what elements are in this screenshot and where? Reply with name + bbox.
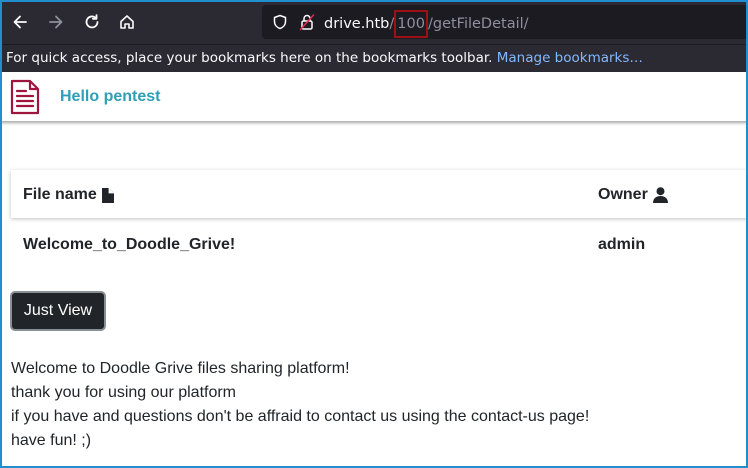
insecure-lock-icon[interactable] (299, 13, 315, 31)
url-file-id-highlighted: 100 (394, 10, 428, 38)
forward-button[interactable] (38, 4, 74, 40)
just-view-button[interactable]: Just View (10, 291, 106, 331)
url-host: drive.htb (324, 16, 390, 32)
column-header-owner: Owner (598, 186, 668, 204)
forward-arrow-icon (49, 15, 63, 29)
home-icon (120, 15, 134, 29)
file-icon (101, 187, 114, 203)
table-header: File name Owner (11, 170, 748, 218)
bookmarks-hint: For quick access, place your bookmarks h… (6, 50, 493, 66)
manage-bookmarks-link[interactable]: Manage bookmarks… (497, 50, 643, 66)
content-line: if you have and questions don't be affra… (11, 408, 590, 425)
page-header: Hello pentest (0, 72, 748, 121)
column-header-owner-label: Owner (598, 186, 648, 203)
document-logo-icon[interactable] (10, 79, 40, 115)
browser-toolbar: drive.htb/100/getFileDetail/ (0, 0, 748, 44)
back-button[interactable] (2, 4, 38, 40)
content-line: have fun! ;) (11, 432, 92, 449)
column-header-file-name: File name (23, 186, 114, 204)
address-bar[interactable]: drive.htb/100/getFileDetail/ (262, 5, 748, 39)
reload-button[interactable] (74, 4, 110, 40)
bookmarks-toolbar: For quick access, place your bookmarks h… (0, 44, 748, 72)
user-icon (652, 187, 668, 203)
url-text[interactable]: drive.htb/100/getFileDetail/ (324, 10, 529, 38)
url-path: getFileDetail/ (432, 16, 529, 32)
file-name-cell: Welcome_to_Doodle_Grive! (23, 236, 236, 253)
back-arrow-icon (13, 15, 27, 29)
file-content: Welcome to Doodle Grive files sharing pl… (11, 357, 589, 453)
content-line: Welcome to Doodle Grive files sharing pl… (11, 360, 350, 377)
table-row: Welcome_to_Doodle_Grive! admin (11, 219, 748, 269)
greeting-text: Hello pentest (60, 88, 161, 105)
shield-icon[interactable] (272, 14, 288, 30)
content-line: thank you for using our platform (11, 384, 237, 401)
reload-icon (85, 14, 99, 29)
owner-cell: admin (598, 236, 646, 253)
home-button[interactable] (109, 4, 145, 40)
column-header-file-label: File name (23, 186, 97, 203)
